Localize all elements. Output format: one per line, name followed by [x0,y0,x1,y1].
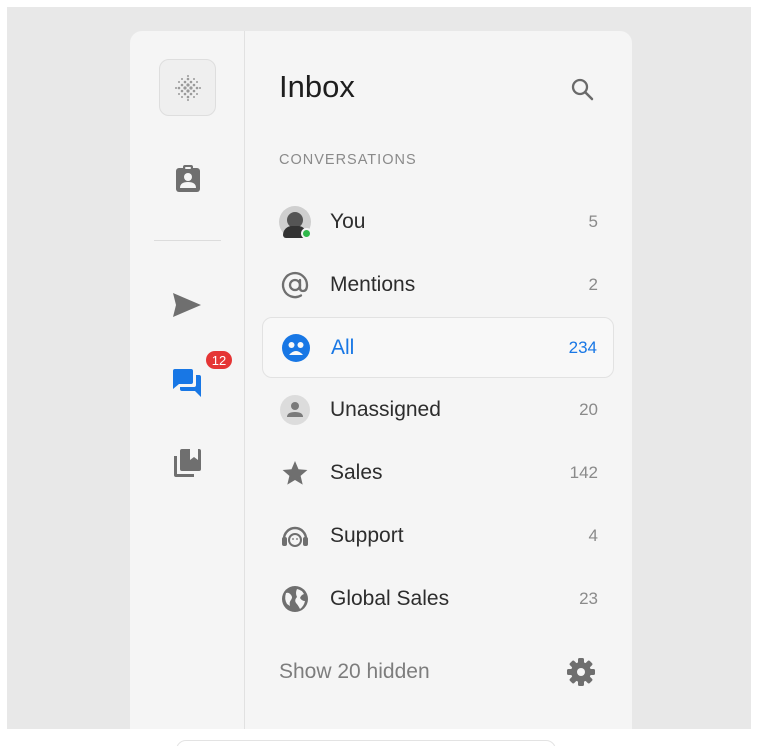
show-hidden-link[interactable]: Show 20 hidden [279,660,430,684]
item-label: Sales [330,460,383,484]
outbound-nav-button[interactable] [171,289,203,321]
section-label: CONVERSATIONS [279,152,417,168]
clipboard-user-icon [176,165,200,192]
notification-badge: 12 [204,349,234,371]
list-item-mentions[interactable]: Mentions 2 [262,254,614,315]
user-avatar [279,205,312,239]
list-item-sales[interactable]: Sales 142 [262,442,614,503]
send-icon [173,293,201,317]
page-title: Inbox [279,69,355,104]
chat-bubbles-icon [173,369,201,397]
dots-logo-icon [174,74,201,101]
search-button[interactable] [566,73,598,105]
app-logo-button[interactable] [159,59,216,116]
nav-divider [154,240,221,241]
settings-button[interactable] [564,655,598,689]
list-item-you[interactable]: You 5 [262,191,614,252]
item-count: 2 [588,274,598,294]
at-icon [279,269,311,301]
list-item-support[interactable]: Support 4 [262,505,614,566]
group-icon [280,332,312,364]
item-label: Support [330,523,404,547]
item-count: 20 [579,399,598,419]
item-label: Mentions [330,272,416,296]
nav-rail: 12 [130,31,245,729]
inbox-panel: 12 Inbox CONVERSATIONS You 5 Mentions 2 … [130,31,632,729]
star-icon [279,457,311,489]
item-count: 142 [569,462,598,482]
person-circle-icon [279,394,311,426]
gear-icon [567,658,595,686]
knowledge-nav-button[interactable] [171,447,203,479]
item-label: Unassigned [330,397,441,421]
item-count: 4 [588,525,598,545]
contacts-nav-button[interactable] [172,162,204,194]
item-count: 23 [579,588,598,608]
item-label: All [331,335,355,359]
list-item-global-sales[interactable]: Global Sales 23 [262,568,614,629]
item-label: You [330,209,366,233]
item-count: 5 [588,211,598,231]
item-label: Global Sales [330,586,450,610]
globe-icon [279,583,311,615]
conversations-pane: Inbox CONVERSATIONS You 5 Mentions 2 All… [246,31,632,729]
inbox-nav-button[interactable] [171,367,203,399]
library-icon [174,449,201,477]
bottom-card [176,740,556,746]
search-icon [571,78,594,101]
online-status-dot [301,227,312,239]
list-item-unassigned[interactable]: Unassigned 20 [262,379,614,440]
list-item-all[interactable]: All 234 [262,317,614,378]
item-count: 234 [568,337,597,357]
headset-icon [279,520,311,552]
